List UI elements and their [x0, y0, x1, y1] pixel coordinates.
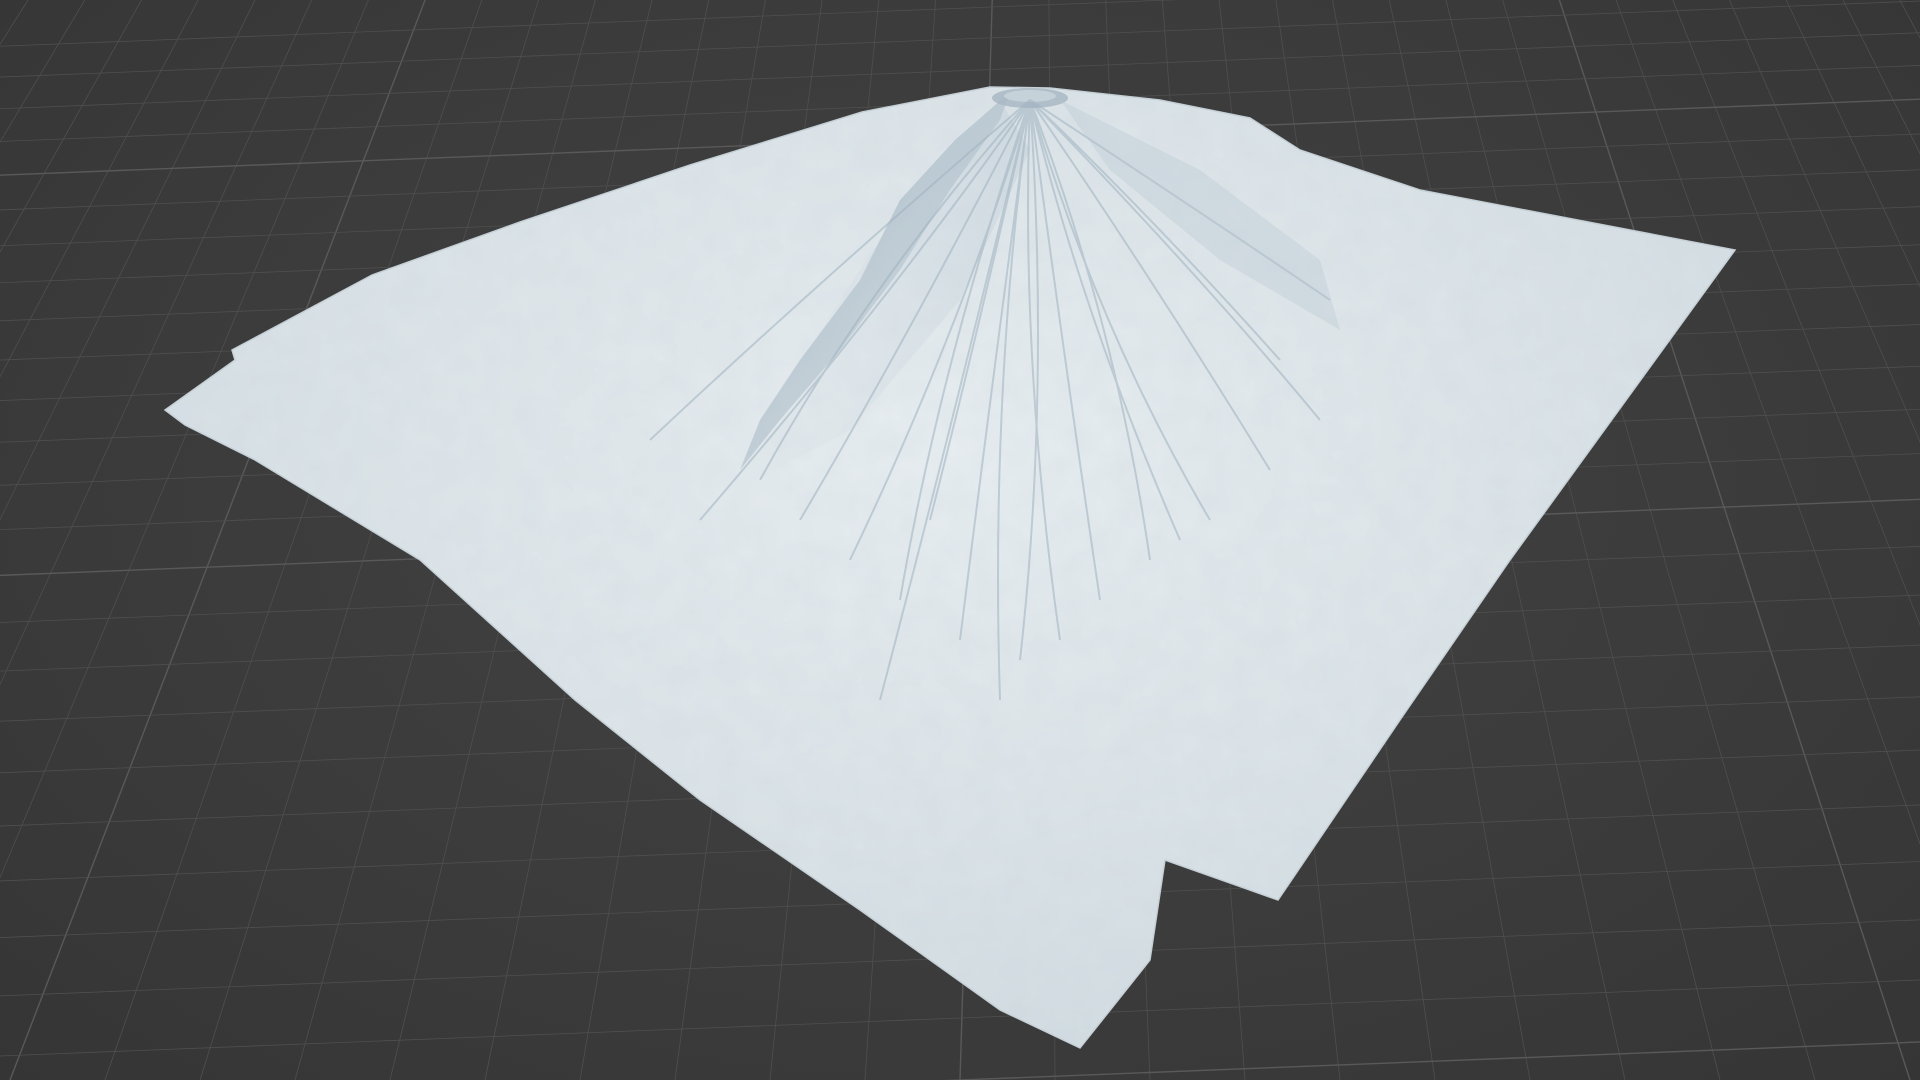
grid-line [0, 0, 369, 879]
viewport-canvas[interactable] [0, 0, 1920, 1080]
grid-line [9, 0, 426, 1080]
grid-line [0, 0, 1920, 78]
grid-line [1502, 0, 1816, 1080]
grid-line [0, 0, 313, 686]
grid-line [1842, 0, 1920, 155]
grid-line [0, 0, 1179, 47]
3d-viewport[interactable] [0, 0, 1920, 1080]
grid-line [0, 0, 29, 46]
grid-line [0, 0, 142, 253]
grid-line [1729, 0, 1920, 443]
grid-line [0, 979, 1920, 1057]
grid-line [1785, 0, 1920, 288]
grid-line [0, 0, 199, 378]
grid-line [1672, 0, 1920, 626]
terrain-mesh[interactable] [0, 0, 1920, 1080]
grid-line [1899, 0, 1920, 39]
grid-line [1558, 0, 1911, 1080]
grid-line [0, 0, 256, 521]
